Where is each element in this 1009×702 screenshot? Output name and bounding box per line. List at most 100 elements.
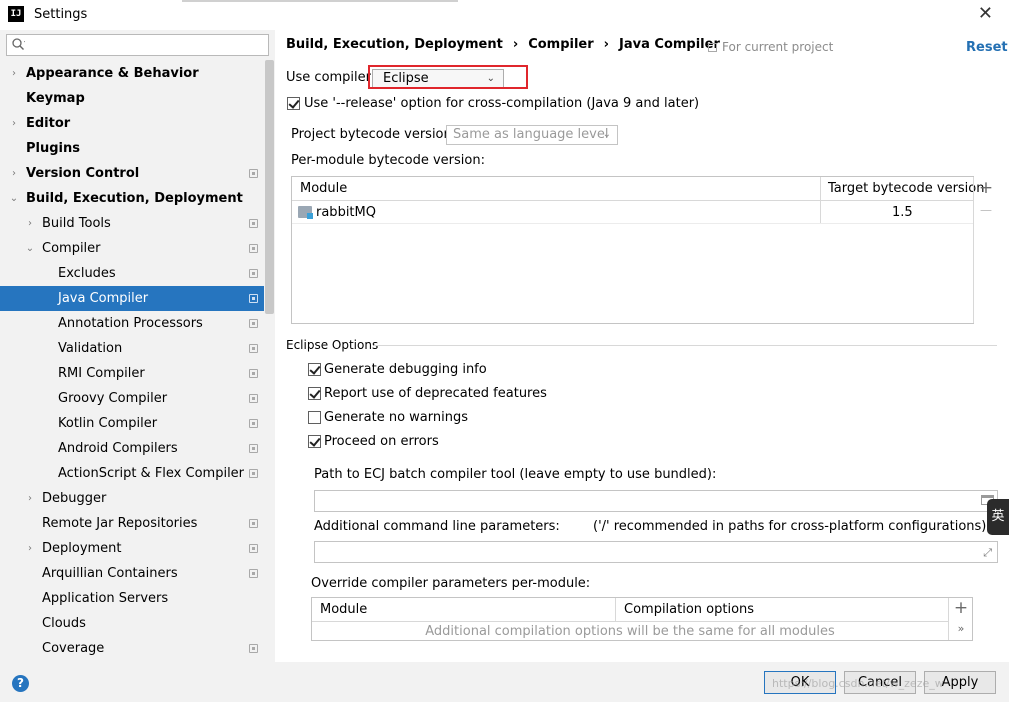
sidebar-item[interactable]: › Appearance & Behavior [0,61,264,86]
column-header-module[interactable]: Module [320,602,367,617]
release-option-checkbox[interactable] [287,97,300,110]
close-window-icon[interactable]: ✕ [978,3,993,24]
sidebar-item[interactable]: RMI Compiler [0,361,264,386]
empty-table-text: Additional compilation options will be t… [425,624,835,639]
column-divider [615,598,616,622]
generate-debug-info-checkbox[interactable] [308,363,321,376]
chevron-right-icon[interactable]: › [9,61,19,86]
bytecode-version-dropdown[interactable]: Same as language level ⌄ [446,125,618,145]
sidebar-item[interactable]: › Deployment [0,536,264,561]
sidebar-item[interactable]: Coverage [0,636,264,661]
sidebar-item[interactable]: Clouds [0,611,264,636]
search-icon [12,38,25,50]
window-title: Settings [34,7,88,22]
sidebar-item-label: Arquillian Containers [42,566,178,581]
sidebar-item-label: Java Compiler [58,291,149,306]
table-row[interactable]: rabbitMQ 1.5 [292,202,973,224]
ime-indicator[interactable]: 英 [987,499,1009,535]
project-scope-icon [249,469,258,478]
module-folder-icon [298,206,313,219]
ok-button[interactable]: OK [764,671,836,694]
sidebar-item[interactable]: Arquillian Containers [0,561,264,586]
red-highlight-annotation [368,65,528,89]
chevron-right-icon[interactable]: › [9,111,19,136]
breadcrumb-item[interactable]: Build, Execution, Deployment [286,37,503,52]
sidebar-item[interactable]: ⌄ Build, Execution, Deployment [0,186,264,211]
sidebar-item[interactable]: › Editor [0,111,264,136]
chevron-down-icon[interactable]: ⌄ [25,236,35,261]
project-scope-icon [249,294,258,303]
expand-icon[interactable]: ⤢ [983,546,992,560]
reset-link[interactable]: Reset [966,40,1008,55]
bytecode-version-label: Project bytecode version: [291,127,457,142]
more-actions-icon[interactable]: » [949,622,973,635]
ecj-path-field[interactable] [314,490,998,512]
generate-no-warnings-checkbox[interactable] [308,411,321,424]
chevron-down-icon[interactable]: ⌄ [9,186,19,211]
apply-button[interactable]: Apply [924,671,996,694]
additional-params-field[interactable]: ⤢ [314,541,998,563]
release-option-label: Use '--release' option for cross-compila… [304,96,700,111]
project-scope-icon [249,319,258,328]
sidebar-item-label: Android Compilers [58,441,178,456]
dialog-footer: ? OK Cancel Apply https://blog.csdn.net/… [0,662,1009,702]
column-header-target-version[interactable]: Target bytecode version [828,181,985,196]
sidebar-item[interactable]: Validation [0,336,264,361]
help-icon[interactable]: ? [12,675,29,692]
chevron-right-icon[interactable]: › [25,486,35,511]
chevron-right-icon[interactable]: › [9,161,19,186]
module-version-cell[interactable]: 1.5 [892,205,913,220]
settings-tree: › Appearance & Behavior Keymap › Editor Plugi… [0,61,264,661]
sidebar-item[interactable]: › Debugger [0,486,264,511]
breadcrumb: Build, Execution, Deployment › Compiler › Ja… [286,37,720,52]
project-scope-icon [249,419,258,428]
eclipse-options-group-label: Eclipse Options [286,338,379,352]
chevron-right-icon[interactable]: › [25,211,35,236]
project-scope-icon [249,444,258,453]
sidebar-item[interactable]: Application Servers [0,586,264,611]
remove-module-button[interactable]: — [974,203,998,217]
table-toolbar: + — [973,177,997,323]
add-module-button[interactable]: + [974,178,998,198]
sidebar-item[interactable]: Excludes [0,261,264,286]
sidebar-scrollbar[interactable] [265,60,274,314]
sidebar-item[interactable]: Annotation Processors [0,311,264,336]
title-bar: IJ Settings ✕ [0,0,1009,30]
sidebar-item[interactable]: Android Compilers [0,436,264,461]
sidebar-item-label: ActionScript & Flex Compiler [58,466,245,481]
breadcrumb-separator: › [512,37,519,52]
chevron-right-icon[interactable]: › [25,536,35,561]
column-header-module[interactable]: Module [300,181,347,196]
sidebar-item-label: Kotlin Compiler [58,416,158,431]
table-header: Module Compilation options [312,598,948,622]
sidebar-item[interactable]: Remote Jar Repositories [0,511,264,536]
sidebar-item[interactable]: Plugins [0,136,264,161]
project-scope-icon [249,269,258,278]
for-current-project-label: For current project [722,40,834,54]
sidebar-item[interactable]: ⌄ Compiler [0,236,264,261]
project-scope-icon [249,544,258,553]
breadcrumb-item[interactable]: Compiler [528,37,593,52]
column-header-compilation-options[interactable]: Compilation options [624,602,754,617]
proceed-on-errors-checkbox[interactable] [308,435,321,448]
sidebar-item-label: Remote Jar Repositories [42,516,198,531]
sidebar-item[interactable]: ActionScript & Flex Compiler [0,461,264,486]
report-deprecated-checkbox[interactable] [308,387,321,400]
generate-debug-info-label: Generate debugging info [324,362,487,377]
module-name-cell: rabbitMQ [316,205,376,220]
sidebar-item[interactable]: Java Compiler [0,286,264,311]
sidebar-item[interactable]: › Version Control [0,161,264,186]
override-params-table: Module Compilation options Additional co… [311,597,973,641]
sidebar-item[interactable]: Keymap [0,86,264,111]
cancel-button[interactable]: Cancel [844,671,916,694]
ecj-path-label: Path to ECJ batch compiler tool (leave e… [314,467,717,482]
sidebar-item-label: Plugins [26,141,80,156]
settings-search-input[interactable] [6,34,269,56]
add-override-button[interactable]: + [949,598,973,618]
sidebar-item-label: Keymap [26,91,85,106]
sidebar-item[interactable]: › Build Tools [0,211,264,236]
sidebar-item[interactable]: Groovy Compiler [0,386,264,411]
table-header: Module Target bytecode version [292,177,985,201]
sidebar-item-label: Annotation Processors [58,316,203,331]
sidebar-item[interactable]: Kotlin Compiler [0,411,264,436]
